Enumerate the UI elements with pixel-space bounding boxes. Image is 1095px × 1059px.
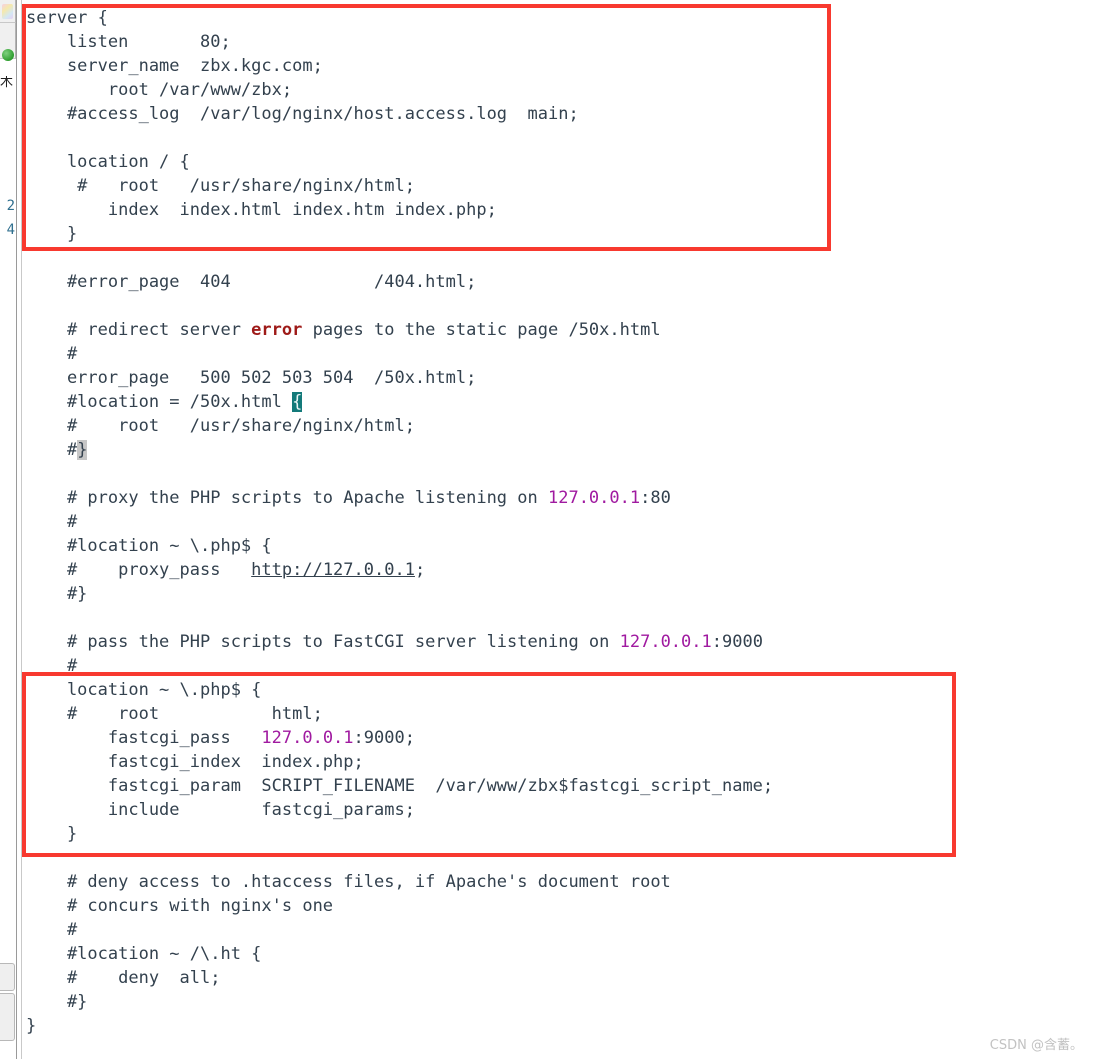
code-line[interactable]: #access_log /var/log/nginx/host.access.l…: [26, 102, 579, 126]
code-line[interactable]: #}: [26, 438, 88, 462]
code-line[interactable]: # deny all;: [26, 966, 221, 990]
status-panel-lower: [0, 993, 15, 1041]
code-line[interactable]: }: [26, 1014, 36, 1038]
code-line[interactable]: location / {: [26, 150, 190, 174]
code-line[interactable]: #: [26, 918, 77, 942]
matched-open-brace-highlight: {: [292, 392, 303, 412]
code-line[interactable]: # redirect server error pages to the sta…: [26, 318, 661, 342]
editor-chrome-sliver: 木 2 4: [0, 0, 22, 1059]
gutter-divider: [16, 0, 17, 1059]
code-line[interactable]: # pass the PHP scripts to FastCGI server…: [26, 630, 763, 654]
code-line[interactable]: #location = /50x.html {: [26, 390, 303, 414]
code-line[interactable]: #}: [26, 582, 87, 606]
ip-literal-token: 127.0.0.1: [547, 488, 641, 508]
code-line[interactable]: #location ~ /\.ht {: [26, 942, 261, 966]
toolbar-strip-upper[interactable]: [0, 0, 16, 23]
code-line[interactable]: server_name zbx.kgc.com;: [26, 54, 323, 78]
code-line[interactable]: #: [26, 510, 77, 534]
code-editor-surface[interactable]: server { listen 80; server_name zbx.kgc.…: [22, 0, 1095, 1059]
code-line[interactable]: fastcgi_param SCRIPT_FILENAME /var/www/z…: [26, 774, 773, 798]
code-line[interactable]: fastcgi_pass 127.0.0.1:9000;: [26, 726, 415, 750]
code-line[interactable]: server {: [26, 6, 108, 30]
code-line[interactable]: # root /usr/share/nginx/html;: [26, 414, 415, 438]
code-line[interactable]: #location ~ \.php$ {: [26, 534, 272, 558]
code-line[interactable]: #: [26, 342, 77, 366]
code-line[interactable]: listen 80;: [26, 30, 231, 54]
code-line[interactable]: # deny access to .htaccess files, if Apa…: [26, 870, 671, 894]
code-line[interactable]: # root /usr/share/nginx/html;: [26, 174, 415, 198]
url-token[interactable]: http://127.0.0.1: [251, 560, 415, 580]
code-line-blank[interactable]: [26, 846, 36, 870]
watermark: CSDN @含蓄。: [989, 1038, 1083, 1053]
matched-close-brace-highlight: }: [77, 440, 88, 460]
code-line[interactable]: fastcgi_index index.php;: [26, 750, 364, 774]
code-line[interactable]: error_page 500 502 503 504 /50x.html;: [26, 366, 476, 390]
code-line[interactable]: # proxy the PHP scripts to Apache listen…: [26, 486, 671, 510]
ip-literal-token: 127.0.0.1: [261, 728, 354, 748]
code-line[interactable]: location ~ \.php$ {: [26, 678, 261, 702]
code-line[interactable]: }: [26, 222, 77, 246]
code-line[interactable]: include fastcgi_params;: [26, 798, 415, 822]
error-keyword-token: error: [251, 320, 303, 340]
code-line[interactable]: # concurs with nginx's one: [26, 894, 333, 918]
code-line[interactable]: index index.html index.htm index.php;: [26, 198, 497, 222]
status-panel-upper: [0, 963, 15, 991]
ip-literal-token: 127.0.0.1: [619, 632, 712, 652]
cjk-glyph-icon: 木: [0, 76, 14, 89]
palette-icon[interactable]: [2, 4, 13, 19]
code-line-blank[interactable]: [26, 246, 36, 270]
code-line[interactable]: # root html;: [26, 702, 323, 726]
code-line[interactable]: #}: [26, 990, 87, 1014]
code-line-blank[interactable]: [26, 294, 36, 318]
code-line[interactable]: root /var/www/zbx;: [26, 78, 292, 102]
code-line-blank[interactable]: [26, 462, 36, 486]
gutter-line-number: 4: [6, 222, 15, 238]
code-line[interactable]: # proxy_pass http://127.0.0.1;: [26, 558, 425, 582]
run-green-circle-icon[interactable]: [2, 49, 14, 61]
code-line[interactable]: }: [26, 822, 77, 846]
gutter-line-number: 2: [6, 198, 15, 214]
toolbar-strip-lower[interactable]: [0, 23, 16, 61]
code-line-blank[interactable]: [26, 126, 36, 150]
code-line-blank[interactable]: [26, 606, 36, 630]
code-line[interactable]: #: [26, 654, 77, 678]
code-line[interactable]: #error_page 404 /404.html;: [26, 270, 476, 294]
